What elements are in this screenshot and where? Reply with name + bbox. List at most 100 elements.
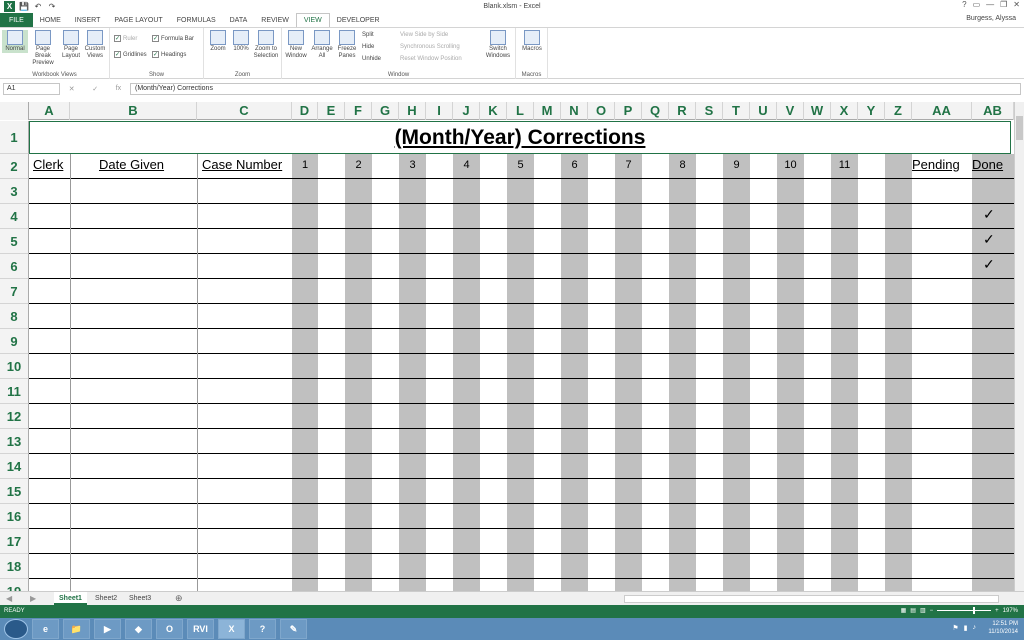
header-done[interactable]: Done [972, 157, 1003, 172]
column-header-b[interactable]: B [70, 102, 197, 120]
header-date-given[interactable]: Date Given [99, 157, 164, 172]
tray-network-icon[interactable]: ▮ [964, 624, 968, 632]
header-pending[interactable]: Pending [912, 157, 960, 172]
row-header-13[interactable]: 13 [0, 429, 29, 454]
column-header-l[interactable]: L [507, 102, 534, 120]
done-checkmark-row5[interactable]: ✓ [983, 231, 995, 248]
help-app-icon[interactable]: ? [249, 619, 276, 639]
column-header-w[interactable]: W [804, 102, 831, 120]
row-header-11[interactable]: 11 [0, 379, 29, 404]
custom-views-button[interactable]: Custom Views [82, 30, 108, 60]
tab-insert[interactable]: INSERT [68, 13, 108, 27]
hide-button[interactable]: Hide [362, 44, 374, 50]
row-header-4[interactable]: 4 [0, 204, 29, 229]
row-header-14[interactable]: 14 [0, 454, 29, 479]
zoom-slider[interactable] [937, 607, 992, 614]
row-header-10[interactable]: 10 [0, 354, 29, 379]
tray-volume-icon[interactable]: ♪ [973, 624, 977, 632]
tab-home[interactable]: HOME [33, 13, 68, 27]
zoom-in-icon[interactable]: + [995, 608, 999, 614]
column-header-g[interactable]: G [372, 102, 399, 120]
day-number-5[interactable]: 5 [507, 159, 534, 171]
page-break-preview-button[interactable]: Page Break Preview [28, 30, 58, 67]
help-icon[interactable]: ? [962, 0, 966, 9]
column-header-n[interactable]: N [561, 102, 588, 120]
zoom-slider-thumb[interactable] [973, 607, 976, 614]
ribbon-display-icon[interactable]: ▭ [973, 0, 981, 9]
formula-bar-checkbox[interactable]: ✓ Formula Bar [152, 35, 194, 42]
app-diamond-icon[interactable]: ◆ [125, 619, 152, 639]
row-header-2[interactable]: 2 [0, 154, 29, 179]
day-number-9[interactable]: 9 [723, 159, 750, 171]
column-header-m[interactable]: M [534, 102, 561, 120]
day-number-8[interactable]: 8 [669, 159, 696, 171]
day-number-7[interactable]: 7 [615, 159, 642, 171]
zoom-level[interactable]: 197% [1003, 608, 1018, 614]
internet-explorer-icon[interactable]: e [32, 619, 59, 639]
page-break-status-icon[interactable]: ▥ [920, 607, 926, 614]
column-header-r[interactable]: R [669, 102, 696, 120]
column-header-t[interactable]: T [723, 102, 750, 120]
insert-function-icon[interactable]: fx [116, 85, 121, 93]
tab-review[interactable]: REVIEW [254, 13, 296, 27]
select-all-corner[interactable] [0, 102, 29, 120]
enter-icon[interactable]: ✓ [92, 85, 98, 93]
column-header-i[interactable]: I [426, 102, 453, 120]
tab-file[interactable]: FILE [0, 13, 33, 27]
file-explorer-icon[interactable]: 📁 [63, 619, 90, 639]
view-side-by-side-button[interactable]: View Side by Side [400, 32, 448, 38]
minimize-icon[interactable]: — [986, 0, 994, 9]
column-header-c[interactable]: C [197, 102, 292, 120]
row-header-16[interactable]: 16 [0, 504, 29, 529]
day-number-3[interactable]: 3 [399, 159, 426, 171]
sheet-tab-1[interactable]: Sheet1 [54, 592, 87, 605]
column-header-a[interactable]: A [29, 102, 70, 120]
paint-app-icon[interactable]: ✎ [280, 619, 307, 639]
column-header-z[interactable]: Z [885, 102, 912, 120]
formula-input[interactable]: (Month/Year) Corrections [130, 83, 1021, 95]
column-header-v[interactable]: V [777, 102, 804, 120]
cancel-icon[interactable]: ✕ [69, 85, 75, 93]
page-layout-view-button[interactable]: Page Layout [58, 30, 84, 60]
row-header-8[interactable]: 8 [0, 304, 29, 329]
done-checkmark-row6[interactable]: ✓ [983, 256, 995, 273]
outlook-icon[interactable]: O [156, 619, 183, 639]
column-header-x[interactable]: X [831, 102, 858, 120]
tab-developer[interactable]: DEVELOPER [330, 13, 387, 27]
row-header-9[interactable]: 9 [0, 329, 29, 354]
new-window-button[interactable]: New Window [283, 30, 309, 60]
horizontal-scrollbar[interactable] [624, 595, 999, 603]
column-header-y[interactable]: Y [858, 102, 885, 120]
macros-button[interactable]: Macros [519, 30, 545, 53]
column-header-aa[interactable]: AA [912, 102, 972, 120]
system-clock[interactable]: 12:51 PM 11/10/2014 [988, 620, 1018, 636]
column-header-ab[interactable]: AB [972, 102, 1014, 120]
row-header-18[interactable]: 18 [0, 554, 29, 579]
freeze-panes-button[interactable]: Freeze Panes [334, 30, 360, 60]
vertical-scrollbar[interactable] [1014, 102, 1024, 591]
add-sheet-icon[interactable]: ⊕ [175, 592, 183, 605]
row-header-5[interactable]: 5 [0, 229, 29, 254]
zoom-out-icon[interactable]: − [930, 608, 934, 614]
excel-taskbar-icon[interactable]: X [218, 619, 245, 639]
zoom-to-selection-button[interactable]: Zoom to Selection [251, 30, 281, 60]
unhide-button[interactable]: Unhide [362, 56, 381, 62]
column-header-s[interactable]: S [696, 102, 723, 120]
tray-flag-icon[interactable]: ⚑ [952, 624, 958, 632]
row-header-12[interactable]: 12 [0, 404, 29, 429]
column-header-f[interactable]: F [345, 102, 372, 120]
rvi-app-icon[interactable]: RVI [187, 619, 214, 639]
row-header-1[interactable]: 1 [0, 121, 29, 154]
row-header-6[interactable]: 6 [0, 254, 29, 279]
synchronous-scrolling-button[interactable]: Synchronous Scrolling [400, 44, 460, 50]
row-header-3[interactable]: 3 [0, 179, 29, 204]
row-header-7[interactable]: 7 [0, 279, 29, 304]
prev-sheet-icon[interactable]: ◀ [6, 594, 12, 603]
switch-windows-button[interactable]: Switch Windows [482, 30, 514, 60]
column-header-j[interactable]: J [453, 102, 480, 120]
row-header-15[interactable]: 15 [0, 479, 29, 504]
user-name[interactable]: Burgess, Alyssa [966, 15, 1016, 22]
reset-window-position-button[interactable]: Reset Window Position [400, 56, 462, 62]
media-player-icon[interactable]: ▶ [94, 619, 121, 639]
split-button[interactable]: Split [362, 32, 374, 38]
